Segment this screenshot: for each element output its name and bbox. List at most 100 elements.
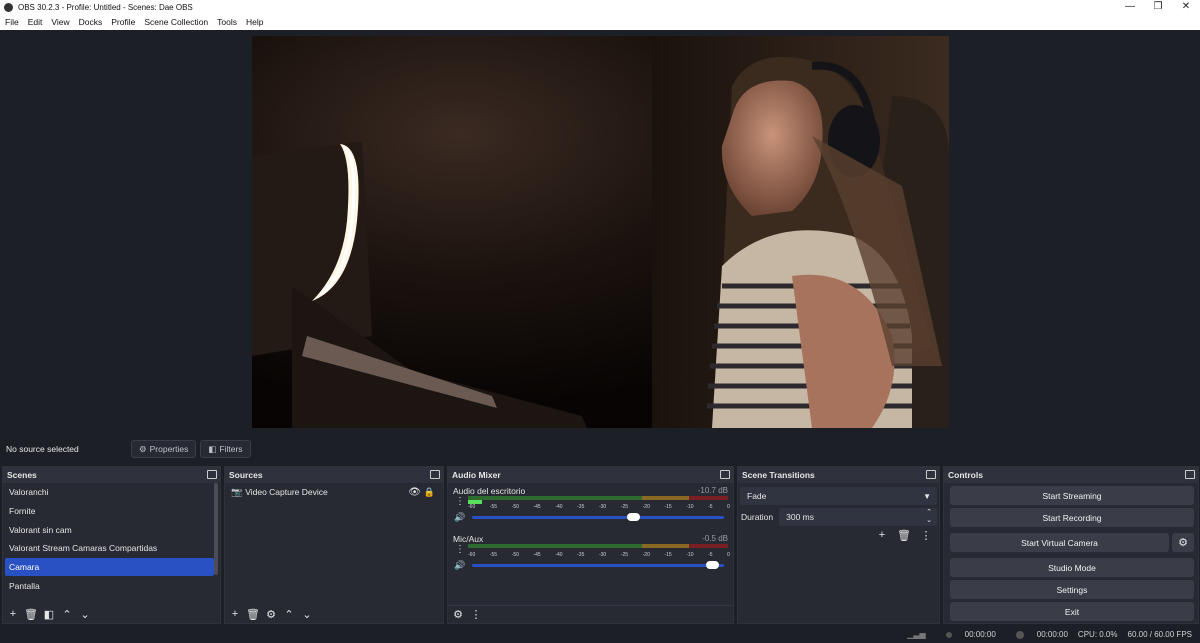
record-status: 00:00:00 [1006, 630, 1068, 639]
chevron-down-icon: ▼ [923, 491, 931, 501]
controls-header: Controls [944, 467, 1198, 483]
trash-icon[interactable]: 🗑 [24, 607, 38, 621]
gear-icon[interactable]: ⚙ [451, 608, 465, 622]
source-name: Video Capture Device [245, 487, 328, 497]
volume-meter [468, 496, 728, 500]
scene-item-fornite[interactable]: Fornite [3, 502, 220, 521]
undock-icon[interactable] [1185, 470, 1195, 479]
scenes-scrollbar[interactable] [214, 483, 218, 575]
settings-button[interactable]: Settings [950, 580, 1194, 599]
virtual-camera-row: Start Virtual Camera ⚙ [944, 530, 1198, 555]
record-indicator-icon [1015, 630, 1024, 639]
more-icon[interactable]: ⋮ [469, 608, 483, 622]
trash-icon[interactable]: 🗑 [897, 528, 911, 542]
channel-name: Mic/Aux [453, 534, 484, 544]
audio-channel-mic: Mic/Aux -0.5 dB ⋮ -60 -55 -50 -45 -40 -35 -30-… [448, 531, 733, 579]
minimize-button[interactable]: — [1116, 0, 1144, 14]
trash-icon[interactable]: 🗑 [246, 607, 260, 621]
properties-label: Properties [149, 444, 189, 454]
channel-db: -0.5 dB [702, 534, 728, 543]
speaker-icon[interactable]: 🔊 [454, 560, 465, 571]
source-item[interactable]: 📷 Video Capture Device 👁 🔒 [225, 483, 443, 501]
obs-logo-icon [4, 2, 13, 12]
menu-file[interactable]: File [5, 17, 19, 27]
window-title: OBS 30.2.3 - Profile: Untitled - Scenes:… [18, 2, 193, 12]
undock-icon[interactable] [926, 470, 936, 479]
stream-status: 00:00:00 [936, 630, 996, 639]
stream-time: 00:00:00 [964, 630, 996, 639]
chevron-down-icon[interactable]: ⌄ [78, 607, 92, 621]
properties-button[interactable]: ⚙ Properties [131, 440, 197, 458]
filters-button[interactable]: ◧ Filters [200, 440, 251, 458]
menu-edit[interactable]: Edit [28, 17, 43, 27]
scene-list: Valoranchi Fornite Valorant sin cam Valo… [3, 483, 220, 595]
close-button[interactable]: ✕ [1172, 0, 1200, 14]
volume-slider[interactable] [472, 561, 724, 569]
sources-dock: Sources 📷 Video Capture Device 👁 🔒 + 🗑 ⚙… [224, 466, 444, 624]
transition-selected: Fade [747, 491, 767, 501]
maximize-button[interactable]: ❐ [1144, 0, 1172, 14]
volume-slider[interactable] [472, 513, 724, 521]
menu-help[interactable]: Help [246, 17, 263, 27]
scene-item-camara[interactable]: Camara [5, 557, 214, 577]
undock-icon[interactable] [720, 470, 730, 479]
filter-icon[interactable]: ◧ [42, 607, 56, 621]
add-icon[interactable]: + [6, 607, 20, 621]
exit-button[interactable]: Exit [950, 602, 1194, 621]
scene-item-valorant-sin-cam[interactable]: Valorant sin cam [3, 520, 220, 539]
video-preview[interactable] [252, 36, 949, 428]
more-icon[interactable]: ⋮ [455, 496, 465, 507]
transition-actions: + 🗑 ⋮ [875, 528, 933, 542]
more-icon[interactable]: ⋮ [919, 528, 933, 542]
volume-slider-knob[interactable] [706, 561, 720, 569]
sources-footer: + 🗑 ⚙ ⌃ ⌄ [225, 605, 443, 623]
scene-item-pantalla[interactable]: Pantalla [3, 576, 220, 595]
gear-icon[interactable]: ⚙ [264, 607, 278, 621]
menu-view[interactable]: View [51, 17, 69, 27]
duration-input[interactable]: 300 ms ⌃ ⌄ [779, 508, 937, 526]
add-icon[interactable]: + [228, 607, 242, 621]
chevron-down-icon[interactable]: ⌄ [300, 607, 314, 621]
audio-mixer-title: Audio Mixer [452, 470, 501, 480]
sources-header: Sources [225, 467, 443, 483]
audio-channel-desktop: Audio del escritorio -10.7 dB ⋮ -60 -55 -5… [448, 483, 733, 531]
start-virtual-camera-button[interactable]: Start Virtual Camera [950, 533, 1169, 552]
undock-icon[interactable] [207, 470, 217, 479]
chevron-up-icon[interactable]: ⌃ [60, 607, 74, 621]
scenes-footer: + 🗑 ◧ ⌃ ⌄ [3, 605, 220, 623]
meter-ticks: -60 -55 -50 -45 -40 -35 -30 -25 -20 -15 -10 -5 0 [468, 552, 730, 558]
scene-item-valoranchi[interactable]: Valoranchi [3, 483, 220, 502]
source-toolbar: No source selected ⚙ Properties ◧ Filter… [0, 437, 1200, 461]
duration-row: Duration 300 ms ⌃ ⌄ [740, 508, 937, 526]
chevron-down-icon[interactable]: ⌄ [926, 516, 932, 524]
status-bar: ▁▃▅ 00:00:00 00:00:00 CPU: 0.0% 60.00 / … [0, 626, 1200, 643]
virtual-camera-settings-button[interactable]: ⚙ [1172, 533, 1194, 552]
undock-icon[interactable] [430, 470, 440, 479]
controls-title: Controls [948, 470, 983, 480]
filter-icon: ◧ [208, 443, 217, 454]
studio-mode-button[interactable]: Studio Mode [950, 558, 1194, 577]
speaker-icon[interactable]: 🔊 [454, 512, 465, 523]
duration-label: Duration [741, 512, 774, 522]
menu-profile[interactable]: Profile [111, 17, 135, 27]
start-recording-button[interactable]: Start Recording [950, 508, 1194, 527]
chevron-up-icon[interactable]: ⌃ [926, 508, 932, 516]
chevron-up-icon[interactable]: ⌃ [282, 607, 296, 621]
signal-icon: ▁▃▅ [907, 630, 926, 639]
scene-item-valorant-stream[interactable]: Valorant Stream Camaras Compartidas [3, 539, 220, 558]
menu-tools[interactable]: Tools [217, 17, 237, 27]
add-icon[interactable]: + [875, 528, 889, 542]
menu-scene-collection[interactable]: Scene Collection [144, 17, 208, 27]
start-streaming-button[interactable]: Start Streaming [950, 486, 1194, 505]
fps-readout: 60.00 / 60.00 FPS [1127, 630, 1193, 639]
transition-select[interactable]: Fade ▼ [740, 487, 937, 505]
meter-ticks: -60 -55 -50 -45 -40 -35 -30 -25 -20 -15 -10 -5 0 [468, 504, 730, 510]
more-icon[interactable]: ⋮ [455, 544, 465, 555]
eye-icon[interactable]: 👁 [408, 487, 421, 498]
audio-mixer-footer: ⚙ ⋮ [448, 605, 733, 623]
scenes-dock: Scenes Valoranchi Fornite Valorant sin c… [2, 466, 221, 624]
gear-icon: ⚙ [1178, 537, 1188, 549]
lock-icon[interactable]: 🔒 [424, 487, 435, 498]
volume-slider-knob[interactable] [627, 513, 641, 521]
menu-docks[interactable]: Docks [79, 17, 103, 27]
